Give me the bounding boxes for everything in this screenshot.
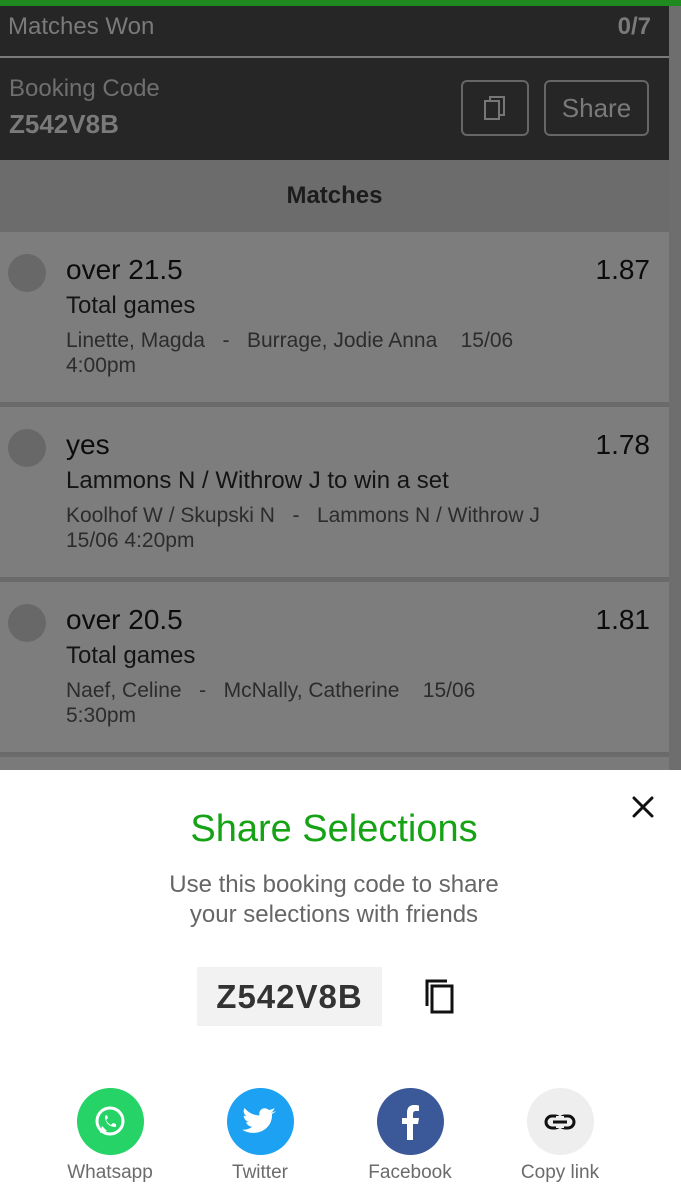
match-pick: over 20.5 <box>66 604 183 635</box>
match-date: 15/06 <box>422 679 476 702</box>
matches-won-value: 0/7 <box>617 13 651 40</box>
home-team: Linette, Magda <box>66 329 205 352</box>
match-date: 15/06 <box>66 529 119 552</box>
match-status-dot <box>8 429 46 467</box>
away-team: Burrage, Jodie Anna <box>246 329 438 352</box>
home-team: Koolhof W / Skupski N <box>66 504 275 527</box>
copy-link-label: Copy link <box>520 1162 600 1183</box>
sheet-title: Share Selections <box>190 808 478 850</box>
copy-icon <box>484 96 505 120</box>
match-market: Lammons N / Withrow J to win a set <box>66 467 449 494</box>
match-time: 5:30pm <box>66 704 137 727</box>
share-copy-link[interactable]: Copy link <box>500 1088 620 1184</box>
share-facebook[interactable]: Facebook <box>350 1088 470 1184</box>
match-pick: yes <box>66 429 110 460</box>
share-button[interactable]: Share <box>544 80 649 136</box>
match-status-dot <box>8 604 46 642</box>
team-separator: - <box>199 679 207 702</box>
description-line-1: Use this booking code to share <box>169 871 499 898</box>
team-separator: - <box>292 504 300 527</box>
team-separator: - <box>222 329 230 352</box>
booking-code-label: Booking Code <box>9 75 160 102</box>
facebook-label: Facebook <box>368 1162 452 1183</box>
twitter-icon[interactable] <box>226 1088 294 1155</box>
away-team: Lammons N / Withrow J <box>316 504 540 527</box>
match-teams: Koolhof W / Skupski N - Lammons N / With… <box>66 503 586 553</box>
match-status-dot <box>8 254 46 292</box>
copy-icon <box>425 979 454 1014</box>
share-twitter[interactable]: Twitter <box>200 1088 320 1184</box>
home-team: Naef, Celine <box>66 679 182 702</box>
sheet-description: Use this booking code to share your sele… <box>0 870 668 930</box>
match-odds: 1.78 <box>595 429 651 460</box>
match-odds: 1.81 <box>595 604 651 635</box>
matches-heading: Matches <box>0 160 669 232</box>
away-team: McNally, Catherine <box>223 679 400 702</box>
match-item[interactable]: over 21.5 1.87 Total games Linette, Magd… <box>0 232 669 402</box>
matches-won-row: Matches Won 0/7 <box>0 6 669 56</box>
whatsapp-label: Whatsapp <box>67 1162 153 1183</box>
match-item[interactable]: yes 1.78 Lammons N / Withrow J to win a … <box>0 407 669 577</box>
link-icon[interactable] <box>526 1088 594 1155</box>
scrollbar[interactable] <box>669 6 681 770</box>
match-date: 15/06 <box>460 329 514 352</box>
whatsapp-icon[interactable] <box>76 1088 144 1155</box>
copy-code-button[interactable] <box>420 976 460 1016</box>
description-line-2: your selections with friends <box>189 901 479 928</box>
twitter-label: Twitter <box>232 1162 288 1183</box>
match-market: Total games <box>66 642 196 669</box>
match-pick: over 21.5 <box>66 254 183 285</box>
share-whatsapp[interactable]: Whatsapp <box>50 1088 170 1184</box>
copy-code-button[interactable] <box>461 80 529 136</box>
match-teams: Linette, Magda - Burrage, Jodie Anna 15/… <box>66 328 586 378</box>
match-time: 4:00pm <box>66 354 137 377</box>
match-market: Total games <box>66 292 196 319</box>
booking-code-box: Z542V8B <box>197 967 382 1026</box>
match-teams: Naef, Celine - McNally, Catherine 15/06 … <box>66 678 586 728</box>
facebook-icon[interactable] <box>376 1088 444 1155</box>
booking-code-row: Booking Code Z542V8B Share <box>0 58 669 160</box>
share-sheet: Share Selections Use this booking code t… <box>0 770 681 1200</box>
match-time: 4:20pm <box>124 529 195 552</box>
match-odds: 1.87 <box>595 254 651 285</box>
match-item[interactable]: over 20.5 1.81 Total games Naef, Celine … <box>0 582 669 752</box>
divider <box>0 752 669 757</box>
booking-code-value: Z542V8B <box>9 109 119 139</box>
matches-won-label: Matches Won <box>8 13 155 40</box>
